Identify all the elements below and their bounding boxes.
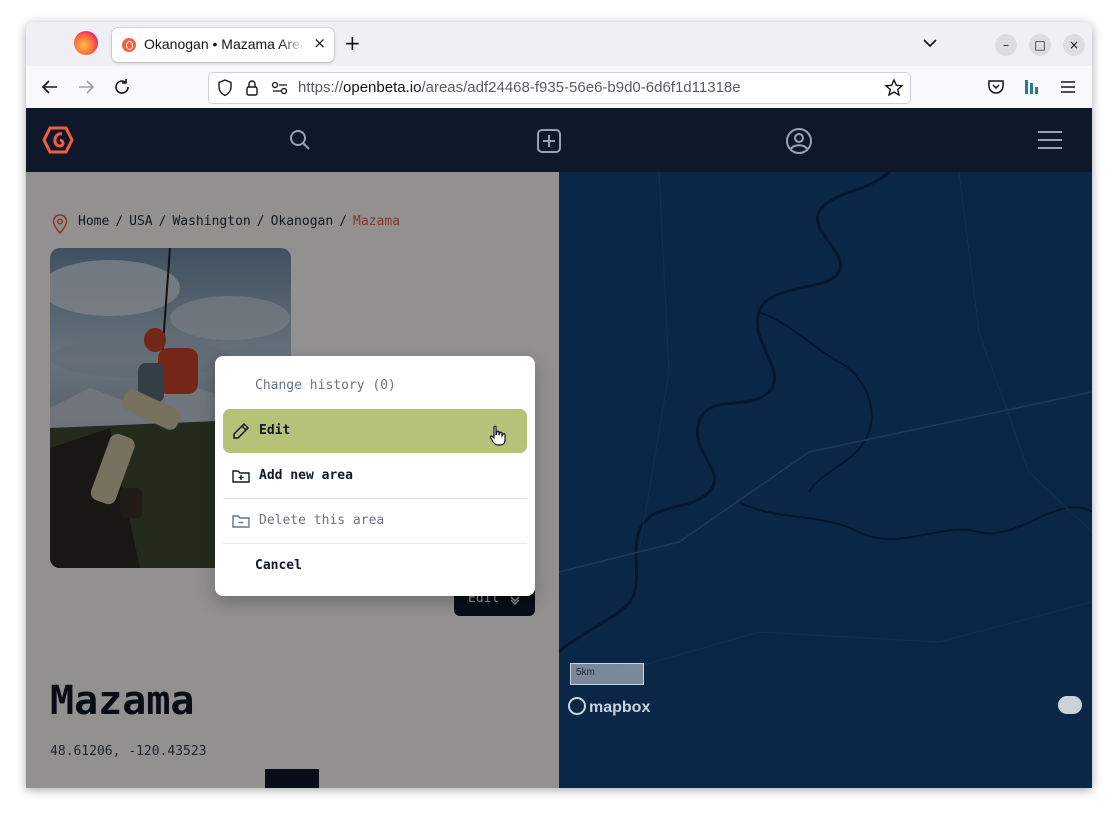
folder-minus-icon (232, 515, 250, 528)
delete-area-label: Delete this area (259, 513, 385, 528)
url-host: openbeta.io (343, 79, 422, 96)
mapbox-logo[interactable]: mapbox (568, 697, 650, 717)
add-new-area-item[interactable]: Add new area (223, 454, 527, 498)
delete-area-item[interactable]: Delete this area (223, 499, 527, 543)
change-history-item[interactable]: Change history (0) (223, 364, 527, 408)
pointer-cursor-icon (489, 425, 506, 446)
url-path: /areas/adf24468-f935-56e6-b9d0-6d6f1d113… (421, 79, 741, 96)
reload-icon[interactable] (113, 78, 131, 96)
edit-menu-label: Edit (259, 423, 291, 438)
cancel-label: Cancel (255, 558, 302, 573)
back-arrow-icon[interactable] (41, 78, 59, 96)
map-view[interactable]: 5km mapbox (559, 172, 1092, 788)
map-attribution-info-button[interactable] (1058, 696, 1082, 714)
url-scheme: https:// (298, 79, 344, 96)
search-icon[interactable] (288, 128, 312, 152)
mapbox-logo-icon (568, 697, 586, 715)
mapbox-logo-text: mapbox (589, 699, 651, 716)
hamburger-menu-icon[interactable] (1037, 130, 1063, 150)
openbeta-favicon-icon (122, 38, 136, 52)
openbeta-logo-icon[interactable] (40, 124, 76, 156)
shield-icon[interactable] (217, 79, 233, 97)
folder-plus-icon (232, 470, 250, 483)
user-account-icon[interactable] (785, 127, 813, 155)
tab-list-chevron-down-icon[interactable] (923, 34, 937, 54)
page-content: Home / USA / Washington / Okanogan / Mazama (26, 108, 1092, 788)
permissions-icon[interactable] (271, 81, 289, 95)
tab-close-button[interactable]: × (313, 34, 326, 52)
firefox-view-icon[interactable] (74, 31, 98, 55)
add-square-icon[interactable] (536, 128, 562, 154)
app-menu-icon[interactable] (1059, 78, 1077, 96)
map-scale-bar: 5km (570, 663, 644, 685)
cancel-menu-item[interactable]: Cancel (223, 544, 527, 588)
area-actions-menu: Change history (0) Edit Add new area Del… (215, 356, 535, 596)
close-window-button[interactable]: × (1063, 34, 1085, 56)
tab-strip: Okanogan • Mazama Area × + – □ × (26, 22, 1092, 66)
map-scale-label: 5km (576, 667, 595, 678)
forward-arrow-icon[interactable] (77, 78, 95, 96)
browser-tab-active[interactable]: Okanogan • Mazama Area × (112, 28, 334, 62)
pocket-icon[interactable] (987, 78, 1005, 96)
edit-menu-item[interactable]: Edit (223, 409, 527, 453)
change-history-label: Change history (0) (255, 378, 396, 393)
minimize-button[interactable]: – (995, 34, 1017, 56)
new-tab-button[interactable]: + (344, 33, 361, 53)
navigation-toolbar: https://openbeta.io/areas/adf24468-f935-… (26, 66, 1092, 109)
bookmark-star-icon[interactable] (884, 78, 904, 98)
lock-icon[interactable] (245, 79, 259, 97)
url-text[interactable]: https://openbeta.io/areas/adf24468-f935-… (298, 79, 741, 96)
pencil-icon (233, 422, 250, 439)
site-header (26, 108, 1092, 172)
map-terrain-lines (559, 172, 1092, 673)
browser-window: Okanogan • Mazama Area × + – □ × https:/… (26, 22, 1092, 788)
url-bar[interactable]: https://openbeta.io/areas/adf24468-f935-… (208, 72, 911, 104)
tab-title: Okanogan • Mazama Area (144, 36, 304, 52)
maximize-button[interactable]: □ (1029, 34, 1051, 56)
extension-icon[interactable] (1023, 78, 1041, 96)
add-new-area-label: Add new area (259, 468, 353, 483)
